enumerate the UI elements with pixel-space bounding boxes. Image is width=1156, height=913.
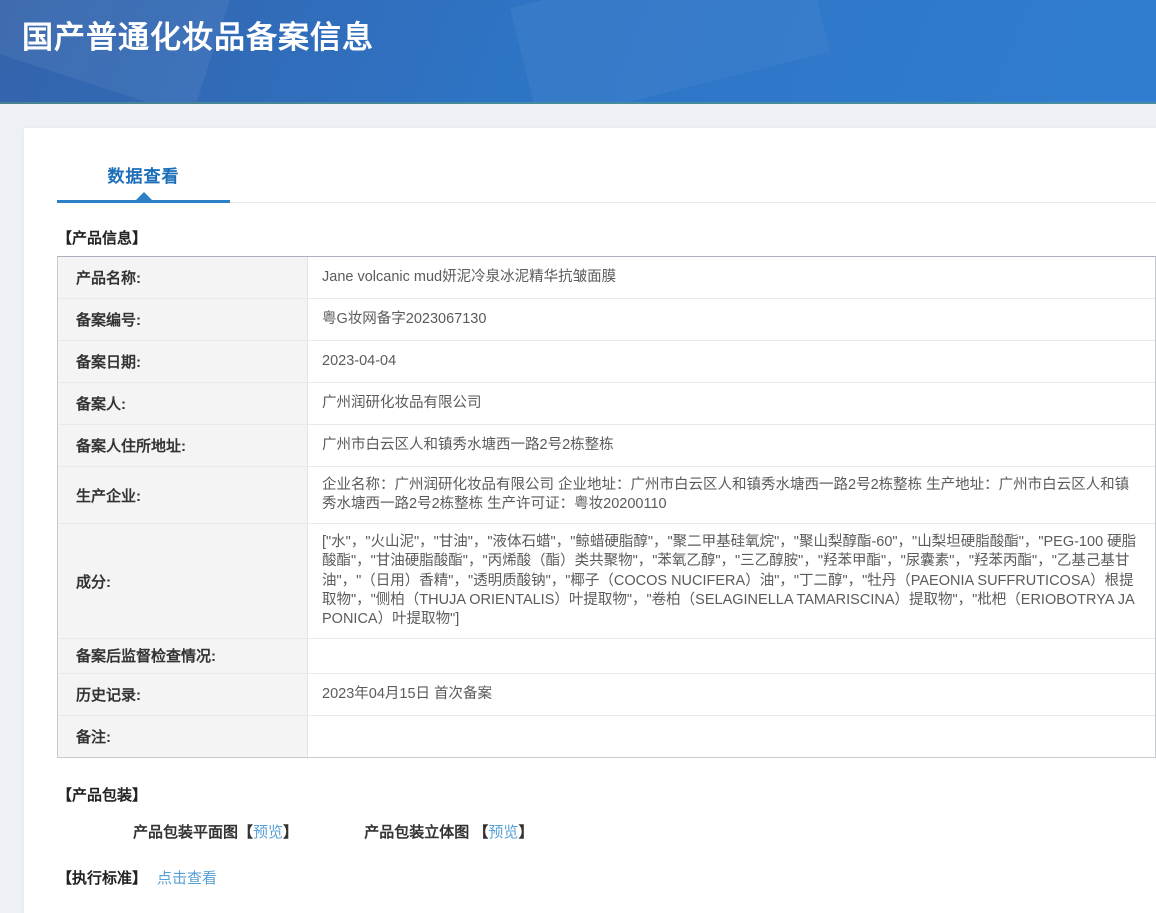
standard-view-link[interactable]: 点击查看 bbox=[157, 867, 217, 888]
row-label: 备案编号: bbox=[58, 299, 308, 340]
bracket-open: 【 bbox=[238, 824, 253, 841]
packaging-section-title: 【产品包装】 bbox=[57, 784, 1156, 805]
row-value bbox=[308, 639, 1155, 673]
tab-bar: 数据查看 bbox=[57, 128, 1156, 203]
standard-section-title: 【执行标准】 bbox=[57, 867, 147, 888]
packaging-flat-item: 产品包装平面图【预览】 bbox=[133, 824, 298, 841]
product-info-section-title: 【产品信息】 bbox=[57, 227, 1156, 248]
packaging-line: 产品包装平面图【预览】 产品包装立体图 【预览】 bbox=[133, 821, 1156, 842]
tab-data-view[interactable]: 数据查看 bbox=[57, 162, 230, 203]
row-label: 备注: bbox=[58, 716, 308, 757]
table-row-registrant: 备案人: 广州润研化妆品有限公司 bbox=[58, 383, 1155, 425]
row-value: 广州市白云区人和镇秀水塘西一路2号2栋整栋 bbox=[308, 425, 1155, 466]
table-row-history: 历史记录: 2023年04月15日 首次备案 bbox=[58, 674, 1155, 716]
header-decoration bbox=[510, 0, 830, 104]
table-row-registration-number: 备案编号: 粤G妆网备字2023067130 bbox=[58, 299, 1155, 341]
content-card: 数据查看 【产品信息】 产品名称: Jane volcanic mud妍泥冷泉冰… bbox=[24, 128, 1156, 913]
packaging-stereo-preview-link[interactable]: 预览 bbox=[488, 824, 518, 841]
table-row-manufacturer: 生产企业: 企业名称：广州润研化妆品有限公司 企业地址：广州市白云区人和镇秀水塘… bbox=[58, 467, 1155, 524]
row-label: 产品名称: bbox=[58, 257, 308, 298]
row-label: 备案后监督检查情况: bbox=[58, 639, 308, 673]
content-card-inner: 数据查看 【产品信息】 产品名称: Jane volcanic mud妍泥冷泉冰… bbox=[24, 128, 1156, 913]
row-value: 企业名称：广州润研化妆品有限公司 企业地址：广州市白云区人和镇秀水塘西一路2号2… bbox=[308, 467, 1155, 523]
packaging-flat-preview-link[interactable]: 预览 bbox=[253, 824, 283, 841]
table-row-supervision: 备案后监督检查情况: bbox=[58, 639, 1155, 674]
tab-active-caret-icon bbox=[136, 192, 152, 200]
table-row-registrant-address: 备案人住所地址: 广州市白云区人和镇秀水塘西一路2号2栋整栋 bbox=[58, 425, 1155, 467]
row-value bbox=[308, 716, 1155, 757]
bracket-open: 【 bbox=[473, 824, 488, 841]
row-label: 备案人住所地址: bbox=[58, 425, 308, 466]
row-value: 广州润研化妆品有限公司 bbox=[308, 383, 1155, 424]
packaging-stereo-label: 产品包装立体图 bbox=[364, 824, 473, 841]
page-header: 国产普通化妆品备案信息 bbox=[0, 0, 1156, 104]
page-title: 国产普通化妆品备案信息 bbox=[22, 12, 374, 57]
row-value: 2023-04-04 bbox=[308, 341, 1155, 382]
packaging-stereo-item: 产品包装立体图 【预览】 bbox=[364, 824, 533, 841]
row-label: 备案人: bbox=[58, 383, 308, 424]
table-row-registration-date: 备案日期: 2023-04-04 bbox=[58, 341, 1155, 383]
product-info-table: 产品名称: Jane volcanic mud妍泥冷泉冰泥精华抗皱面膜 备案编号… bbox=[57, 256, 1156, 758]
table-row-ingredients: 成分: ["水"，"火山泥"，"甘油"，"液体石蜡"，"鲸蜡硬脂醇"，"聚二甲基… bbox=[58, 524, 1155, 639]
row-label: 备案日期: bbox=[58, 341, 308, 382]
row-value: 粤G妆网备字2023067130 bbox=[308, 299, 1155, 340]
row-value: ["水"，"火山泥"，"甘油"，"液体石蜡"，"鲸蜡硬脂醇"，"聚二甲基硅氧烷"… bbox=[308, 524, 1155, 638]
bracket-close: 】 bbox=[283, 824, 298, 841]
tab-data-view-label: 数据查看 bbox=[108, 167, 180, 186]
row-label: 生产企业: bbox=[58, 467, 308, 523]
table-row-remarks: 备注: bbox=[58, 716, 1155, 757]
row-value: Jane volcanic mud妍泥冷泉冰泥精华抗皱面膜 bbox=[308, 257, 1155, 298]
standard-section: 【执行标准】 点击查看 bbox=[57, 867, 1156, 888]
table-row-product-name: 产品名称: Jane volcanic mud妍泥冷泉冰泥精华抗皱面膜 bbox=[58, 257, 1155, 299]
packaging-flat-label: 产品包装平面图 bbox=[133, 824, 238, 841]
row-label: 成分: bbox=[58, 524, 308, 638]
row-value: 2023年04月15日 首次备案 bbox=[308, 674, 1155, 715]
row-label: 历史记录: bbox=[58, 674, 308, 715]
bracket-close: 】 bbox=[518, 824, 533, 841]
